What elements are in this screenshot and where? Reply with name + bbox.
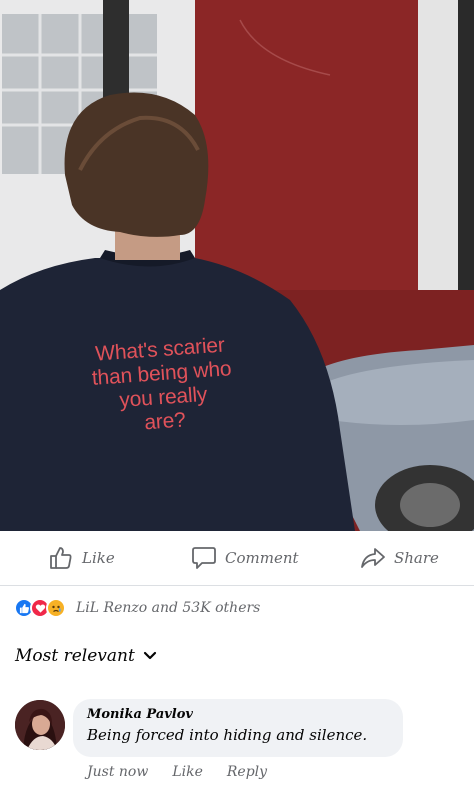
comment-bubble[interactable]: Monika Pavlov Being forced into hiding a… [73,699,403,757]
comment-reply-button[interactable]: Reply [227,764,267,780]
comment-author[interactable]: Monika Pavlov [87,707,389,722]
like-button[interactable]: Like [48,545,115,571]
comment-like-button[interactable]: Like [172,764,203,780]
reactions-summary[interactable]: LiL Renzo and 53K others [14,598,260,618]
post-photo[interactable]: What's scarier than being who you really… [0,0,474,531]
comment-button[interactable]: Comment [191,545,299,571]
avatar-image [15,700,65,750]
comment-timestamp: Just now [87,764,149,780]
sad-icon [46,598,66,618]
comment-sort-dropdown[interactable]: Most relevant [15,646,157,666]
like-label: Like [82,549,115,567]
reaction-icons [14,598,66,618]
sort-label: Most relevant [15,646,135,666]
post-photo-scene [0,0,474,531]
speech-bubble-icon [191,545,217,571]
share-arrow-icon [360,545,386,571]
comment-text: Being forced into hiding and silence. [87,726,368,744]
comment-meta: Just now Like Reply [87,764,267,780]
chevron-down-icon [143,646,157,666]
shirt-print-text: What's scarier than being who you really… [57,331,268,441]
share-label: Share [394,549,439,567]
comment-label: Comment [225,549,299,567]
avatar[interactable] [15,700,65,750]
thumbs-up-icon [48,545,74,571]
post-action-bar: Like Comment Share [0,531,474,586]
share-button[interactable]: Share [360,545,439,571]
reactions-summary-text: LiL Renzo and 53K others [76,600,261,616]
